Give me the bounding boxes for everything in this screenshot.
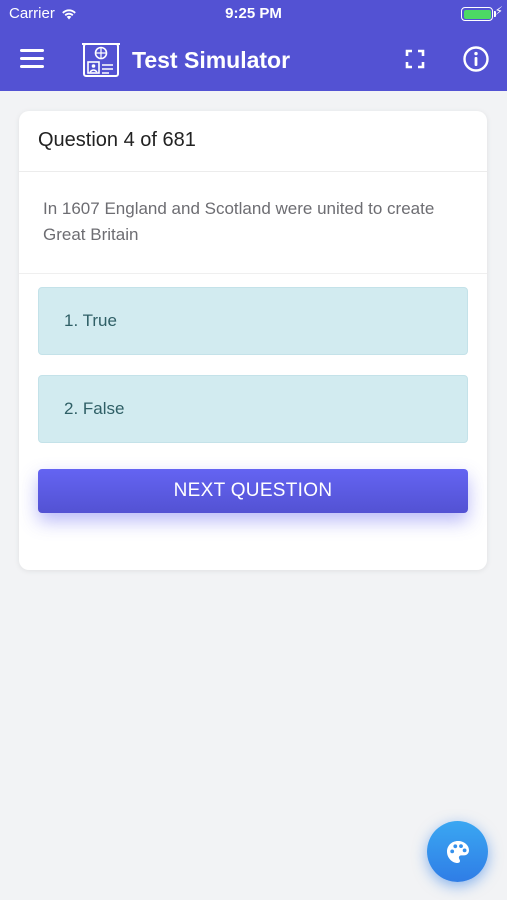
next-question-button[interactable]: NEXT QUESTION (38, 469, 468, 513)
answer-label: 1. True (64, 311, 117, 330)
info-icon[interactable] (462, 45, 490, 73)
app-header: Carrier 9:25 PM ⚡ Test Simulator (0, 0, 507, 91)
palette-icon (446, 840, 469, 863)
battery-icon (461, 7, 496, 21)
battery-fill (463, 9, 491, 19)
status-bar: Carrier 9:25 PM ⚡ (0, 0, 507, 28)
app-title: Test Simulator (132, 47, 291, 73)
fullscreen-icon[interactable] (404, 48, 426, 70)
answer-label: 2. False (64, 399, 125, 418)
question-card: Question 4 of 681 In 1607 England and Sc… (19, 111, 487, 570)
passport-id-card-logo (82, 43, 120, 77)
question-counter: Question 4 of 681 (19, 111, 487, 172)
status-time: 9:25 PM (225, 5, 282, 22)
theme-palette-button[interactable] (427, 821, 488, 882)
hamburger-menu-icon[interactable] (20, 49, 44, 69)
app-bar: Test Simulator (0, 30, 507, 90)
charging-bolt-icon: ⚡ (494, 4, 503, 18)
answer-option-false[interactable]: 2. False (38, 375, 468, 443)
answer-list: 1. True 2. False (19, 274, 487, 443)
answer-option-true[interactable]: 1. True (38, 287, 468, 355)
question-text: In 1607 England and Scotland were united… (19, 172, 487, 274)
